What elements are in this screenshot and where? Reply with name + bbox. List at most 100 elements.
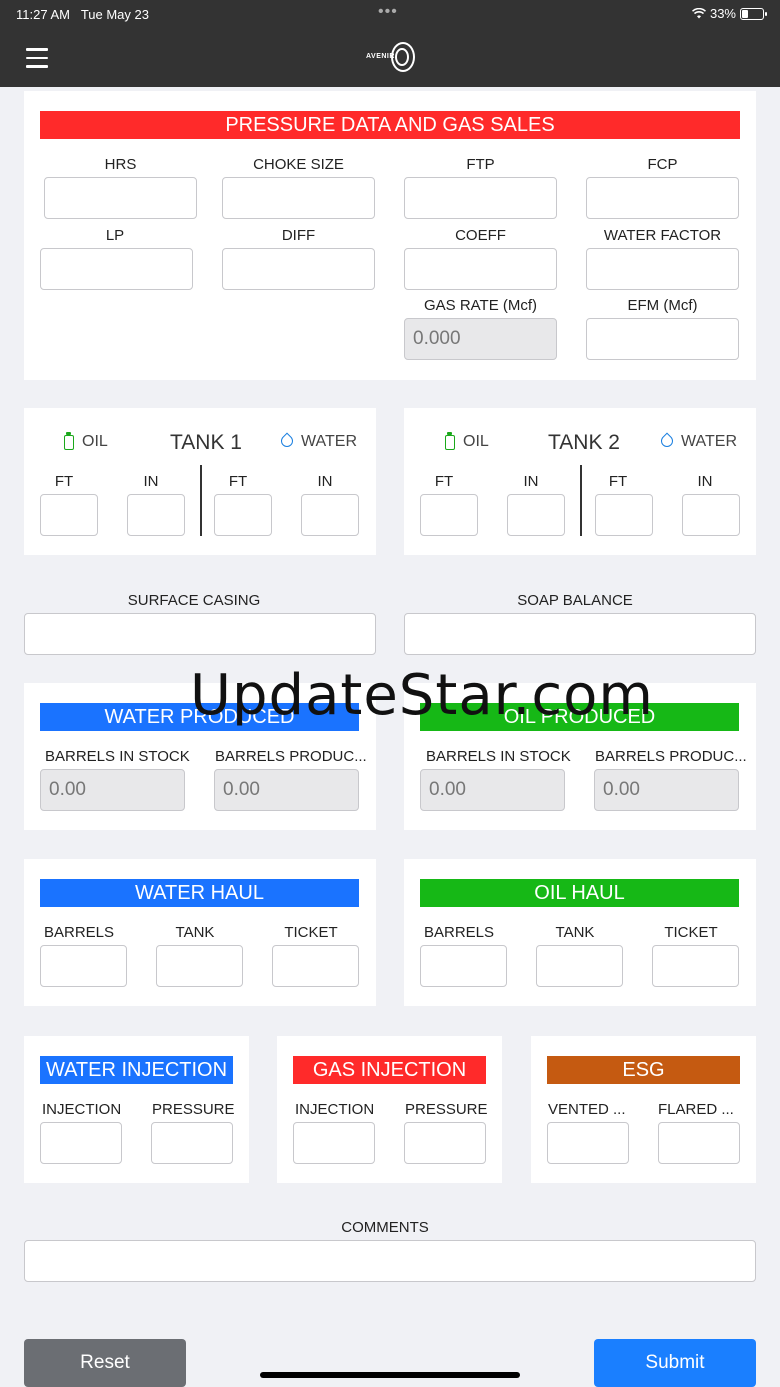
tank2-oil-label: OIL — [463, 433, 489, 450]
water-haul-barrels-label: BARRELS — [43, 924, 115, 941]
oil-can-icon — [445, 432, 455, 450]
tank2-water-in-label: IN — [697, 473, 713, 490]
water-haul-ticket-input[interactable] — [272, 945, 359, 987]
reset-button[interactable]: Reset — [24, 1339, 186, 1387]
oil-haul-barrels-input[interactable] — [420, 945, 507, 987]
tank2-water-ft-label: FT — [608, 473, 628, 490]
oil-haul-barrels-label: BARRELS — [423, 924, 495, 941]
efm-label: EFM (Mcf) — [627, 297, 698, 314]
coeff-label: COEFF — [455, 227, 506, 244]
oil-barrels-produced-label: BARRELS PRODUC... — [595, 748, 747, 765]
oil-haul-ticket-label: TICKET — [664, 924, 718, 941]
tank2-water-ft-input[interactable] — [595, 494, 653, 536]
gas-injection-pressure-input[interactable] — [404, 1122, 486, 1164]
water-barrels-produced-label: BARRELS PRODUC... — [215, 748, 367, 765]
water-barrels-stock-field: 0.00 — [40, 769, 185, 811]
tank1-water-label: WATER — [301, 433, 357, 450]
gas-injection-title: GAS INJECTION — [293, 1056, 486, 1084]
oil-haul-title: OIL HAUL — [420, 879, 739, 907]
status-time: 11:27 AM Tue May 23 — [16, 7, 149, 22]
oil-haul-tank-input[interactable] — [536, 945, 623, 987]
tank1-title: TANK 1 — [170, 431, 242, 454]
oil-barrels-produced-field: 0.00 — [594, 769, 739, 811]
wifi-icon — [691, 8, 706, 19]
tank2-water-in-input[interactable] — [682, 494, 740, 536]
tank1-oil-in-input[interactable] — [127, 494, 185, 536]
battery-percent: 33% — [709, 6, 736, 21]
app-logo: AVENIR — [362, 40, 422, 76]
home-indicator[interactable] — [260, 1372, 520, 1378]
comments-input[interactable] — [24, 1240, 756, 1282]
water-haul-tank-input[interactable] — [156, 945, 243, 987]
soap-balance-input[interactable] — [404, 613, 756, 655]
oil-barrels-stock-field: 0.00 — [420, 769, 565, 811]
gas-rate-label: GAS RATE (Mcf) — [423, 297, 538, 314]
choke-size-input[interactable] — [222, 177, 375, 219]
tank2-oil-ft-input[interactable] — [420, 494, 478, 536]
tank2-oil-ft-label: FT — [434, 473, 454, 490]
water-haul-barrels-input[interactable] — [40, 945, 127, 987]
tank1-water-ft-input[interactable] — [214, 494, 272, 536]
lp-label: LP — [105, 227, 125, 244]
gas-injection-injection-input[interactable] — [293, 1122, 375, 1164]
battery-icon — [740, 7, 767, 20]
oil-barrels-stock-label: BARRELS IN STOCK — [426, 748, 571, 765]
app-header: AVENIR — [0, 30, 780, 87]
gas-rate-field: 0.000 — [404, 318, 557, 360]
surface-casing-input[interactable] — [24, 613, 376, 655]
water-barrels-stock-label: BARRELS IN STOCK — [45, 748, 190, 765]
tank1-water-in-input[interactable] — [301, 494, 359, 536]
submit-button[interactable]: Submit — [594, 1339, 756, 1387]
watermark: UpdateStar.com — [190, 663, 654, 728]
surface-casing-label: SURFACE CASING — [127, 592, 261, 609]
fcp-input[interactable] — [586, 177, 739, 219]
gas-injection-injection-label: INJECTION — [295, 1101, 375, 1118]
water-injection-title: WATER INJECTION — [40, 1056, 233, 1084]
oil-can-icon — [64, 432, 74, 450]
water-factor-input[interactable] — [586, 248, 739, 290]
choke-size-label: CHOKE SIZE — [253, 156, 344, 173]
esg-flared-input[interactable] — [658, 1122, 740, 1164]
water-injection-injection-label: INJECTION — [42, 1101, 122, 1118]
hrs-label: HRS — [104, 156, 137, 173]
oil-haul-ticket-input[interactable] — [652, 945, 739, 987]
water-haul-title: WATER HAUL — [40, 879, 359, 907]
status-bar: 11:27 AM Tue May 23 ••• 33% — [0, 0, 780, 30]
tank1-water-in-label: IN — [317, 473, 333, 490]
esg-title: ESG — [547, 1056, 740, 1084]
water-factor-label: WATER FACTOR — [603, 227, 722, 244]
water-haul-ticket-label: TICKET — [284, 924, 338, 941]
efm-input[interactable] — [586, 318, 739, 360]
tank1-divider — [200, 465, 202, 536]
tank2-water-label: WATER — [681, 433, 737, 450]
hrs-input[interactable] — [44, 177, 197, 219]
multitask-dots-icon[interactable]: ••• — [378, 3, 398, 21]
menu-icon[interactable] — [26, 48, 48, 68]
fcp-label: FCP — [647, 156, 678, 173]
tank1-oil-ft-input[interactable] — [40, 494, 98, 536]
coeff-input[interactable] — [404, 248, 557, 290]
oil-haul-tank-label: TANK — [555, 924, 595, 941]
ftp-label: FTP — [466, 156, 495, 173]
tank2-oil-in-input[interactable] — [507, 494, 565, 536]
soap-balance-label: SOAP BALANCE — [517, 592, 633, 609]
tank1-oil-in-label: IN — [143, 473, 159, 490]
water-haul-tank-label: TANK — [175, 924, 215, 941]
pressure-section-title: PRESSURE DATA AND GAS SALES — [40, 111, 740, 139]
tank1-oil-ft-label: FT — [54, 473, 74, 490]
tank2-title: TANK 2 — [548, 431, 620, 454]
lp-input[interactable] — [40, 248, 193, 290]
esg-vented-input[interactable] — [547, 1122, 629, 1164]
water-injection-pressure-label: PRESSURE — [152, 1101, 235, 1118]
status-right: 33% — [691, 6, 767, 21]
gas-injection-pressure-label: PRESSURE — [405, 1101, 488, 1118]
diff-input[interactable] — [222, 248, 375, 290]
esg-flared-label: FLARED ... — [658, 1101, 734, 1118]
comments-label: COMMENTS — [341, 1219, 429, 1236]
tank1-oil-label: OIL — [82, 433, 108, 450]
ftp-input[interactable] — [404, 177, 557, 219]
water-injection-pressure-input[interactable] — [151, 1122, 233, 1164]
esg-vented-label: VENTED ... — [548, 1101, 626, 1118]
water-injection-injection-input[interactable] — [40, 1122, 122, 1164]
tank2-divider — [580, 465, 582, 536]
